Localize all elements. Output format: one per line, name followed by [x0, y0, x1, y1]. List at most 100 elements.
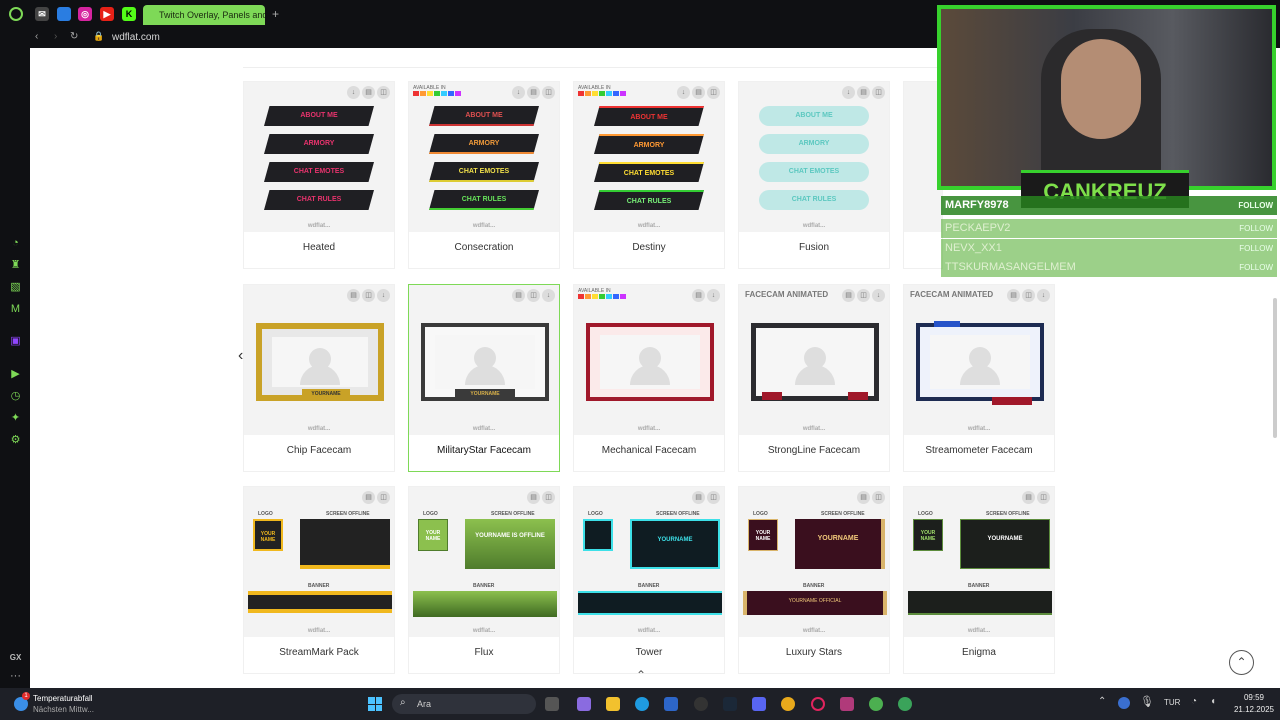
product-title[interactable]: Luxury Stars — [739, 647, 889, 658]
streamlabs-icon[interactable]: ◫ — [707, 86, 720, 99]
product-title[interactable]: Enigma — [904, 647, 1054, 658]
clock-time[interactable]: 09:59 — [1222, 693, 1264, 702]
streamlabs-icon[interactable]: ◫ — [1022, 289, 1035, 302]
opera-gx-logo-icon[interactable] — [9, 7, 23, 21]
obs-icon[interactable]: ▤ — [1007, 289, 1020, 302]
product-title[interactable]: Flux — [409, 647, 559, 658]
app-tab-icon[interactable] — [57, 7, 71, 21]
windows-start-icon[interactable] — [368, 697, 382, 711]
product-card[interactable]: AVAILABLE IN ↓ ▤ ◫ ABOUT ME ARMORY CHAT EM… — [408, 81, 560, 269]
download-icon[interactable]: ↓ — [542, 289, 555, 302]
more-icon[interactable]: ··· — [9, 670, 22, 683]
product-card[interactable]: ▤ ◫ LOGO YOUR NAME SCREEN OFFLINE BANNER … — [243, 486, 395, 674]
forward-icon[interactable]: › — [54, 31, 57, 42]
product-card[interactable]: FACECAM ANIMATED ▤ ◫ ↓ wdflat... StrongLin… — [738, 284, 890, 472]
chrome-icon[interactable] — [781, 697, 795, 711]
download-icon[interactable]: ↓ — [707, 289, 720, 302]
streamlabs-icon[interactable]: ◫ — [707, 491, 720, 504]
product-card[interactable]: AVAILABLE IN ↓ ▤ ◫ ABOUT ME ARMORY CHAT EM… — [573, 81, 725, 269]
scrollbar-thumb[interactable] — [1273, 298, 1277, 438]
discord-icon[interactable] — [752, 697, 766, 711]
onedrive-icon[interactable] — [1118, 697, 1130, 709]
obs-icon[interactable]: ▤ — [527, 86, 540, 99]
download-icon[interactable]: ↓ — [377, 289, 390, 302]
scroll-top-button[interactable]: ⌃ — [1229, 650, 1254, 675]
obs-icon[interactable]: ▤ — [857, 491, 870, 504]
app-icon[interactable] — [840, 697, 854, 711]
extensions-icon[interactable]: ✦ — [9, 412, 22, 425]
streamlabs-icon[interactable]: ◫ — [542, 86, 555, 99]
obs-icon[interactable]: ▤ — [857, 86, 870, 99]
product-title[interactable]: Mechanical Facecam — [574, 445, 724, 456]
wallpaper-icon[interactable]: ▧ — [9, 281, 22, 294]
product-title[interactable]: Destiny — [574, 242, 724, 253]
streamlabs-icon[interactable]: ◫ — [377, 86, 390, 99]
product-title[interactable]: MilitaryStar Facecam — [409, 445, 559, 456]
messenger-icon[interactable]: M — [9, 303, 22, 316]
microphone-icon[interactable]: 🎙 — [1140, 695, 1154, 708]
youtube-tab-icon[interactable]: ▶ — [100, 7, 114, 21]
settings-icon[interactable]: ⚙ — [9, 434, 22, 447]
download-icon[interactable]: ↓ — [677, 86, 690, 99]
product-card[interactable]: ▤ ◫ LOGO YOUR NAME SCREEN OFFLINE YOURNAM… — [903, 486, 1055, 674]
product-card[interactable]: ↓ ▤ ◫ ABOUT ME ARMORY CHAT EMOTES CHAT RUL… — [243, 81, 395, 269]
cleaner-icon[interactable]: ♜ — [9, 259, 22, 272]
obs-icon[interactable]: ▤ — [1022, 491, 1035, 504]
product-card[interactable]: ▤ ◫ LOGO YOUR NAME SCREEN OFFLINE YOURNAM… — [408, 486, 560, 674]
active-tab[interactable]: Twitch Overlay, Panels and — [143, 5, 265, 25]
download-icon[interactable]: ↓ — [347, 86, 360, 99]
twitch-icon[interactable]: ▣ — [9, 335, 22, 348]
product-card[interactable]: FACECAM ANIMATED ▤ ◫ ↓ wdflat... Streamome… — [903, 284, 1055, 472]
product-card[interactable]: ▤ ◫ LOGO SCREEN OFFLINE YOURNAME BANNER w… — [573, 486, 725, 674]
volume-icon[interactable]: ◖ — [1210, 696, 1216, 707]
obs-icon[interactable]: ▤ — [692, 86, 705, 99]
tray-chevron-icon[interactable]: ⌃ — [1098, 696, 1106, 707]
task-view-icon[interactable] — [545, 697, 559, 711]
app-icon[interactable] — [869, 697, 883, 711]
new-tab-button[interactable]: + — [272, 7, 279, 21]
file-explorer-icon[interactable] — [606, 697, 620, 711]
copilot-icon[interactable] — [577, 697, 591, 711]
product-card[interactable]: ▤ ◫ LOGO YOUR NAME SCREEN OFFLINE YOURNAM… — [738, 486, 890, 674]
streamlabs-icon[interactable]: ◫ — [1037, 491, 1050, 504]
url-text[interactable]: wdflat.com — [112, 32, 160, 43]
streamlabs-icon[interactable]: ◫ — [872, 491, 885, 504]
streamlabs-icon[interactable]: ◫ — [857, 289, 870, 302]
steam-icon[interactable] — [723, 697, 737, 711]
streamlabs-icon[interactable]: ◫ — [362, 289, 375, 302]
streamlabs-icon[interactable]: ◫ — [377, 491, 390, 504]
product-title[interactable]: Tower — [574, 647, 724, 658]
streamlabs-icon[interactable]: ◫ — [527, 289, 540, 302]
app-icon[interactable] — [898, 697, 912, 711]
product-title[interactable]: StreamMark Pack — [244, 647, 394, 658]
search-box[interactable]: ⌕ Ara — [392, 694, 536, 714]
product-card[interactable]: AVAILABLE IN ▤ ↓ wdflat... Mechanical Fac… — [573, 284, 725, 472]
clock-date[interactable]: 21.12.2025 — [1222, 705, 1274, 714]
product-title[interactable]: Fusion — [739, 242, 889, 253]
reload-icon[interactable]: ↻ — [70, 31, 78, 42]
scroll-hint-icon[interactable]: ⌃ — [636, 668, 646, 682]
product-card[interactable]: ↓ ▤ ◫ ABOUT ME ARMORY CHAT EMOTES CHAT RUL… — [738, 81, 890, 269]
download-icon[interactable]: ↓ — [872, 289, 885, 302]
app-icon[interactable] — [694, 697, 708, 711]
opera-gx-icon[interactable] — [811, 697, 825, 711]
download-icon[interactable]: ↓ — [842, 86, 855, 99]
gx-control-icon[interactable]: ◔ — [9, 237, 22, 250]
download-icon[interactable]: ↓ — [512, 86, 525, 99]
streamlabs-icon[interactable]: ◫ — [542, 491, 555, 504]
obs-icon[interactable]: ▤ — [362, 86, 375, 99]
weather-title[interactable]: Temperaturabfall — [33, 694, 93, 703]
product-title[interactable]: StrongLine Facecam — [739, 445, 889, 456]
product-card[interactable]: ▤ ◫ ↓ YOURNAME wdflat... MilitaryStar Face… — [408, 284, 560, 472]
obs-icon[interactable]: ▤ — [842, 289, 855, 302]
product-title[interactable]: Chip Facecam — [244, 445, 394, 456]
streamlabs-icon[interactable]: ◫ — [872, 86, 885, 99]
obs-icon[interactable]: ▤ — [527, 491, 540, 504]
product-card[interactable]: ▤ ◫ ↓ YOURNAME wdflat... Chip Facecam — [243, 284, 395, 472]
instagram-tab-icon[interactable]: ◎ — [78, 7, 92, 21]
product-title[interactable]: Streamometer Facecam — [904, 445, 1054, 456]
obs-icon[interactable]: ▤ — [512, 289, 525, 302]
kick-tab-icon[interactable]: K — [122, 7, 136, 21]
product-title[interactable]: Consecration — [409, 242, 559, 253]
player-icon[interactable]: ▶ — [9, 368, 22, 381]
